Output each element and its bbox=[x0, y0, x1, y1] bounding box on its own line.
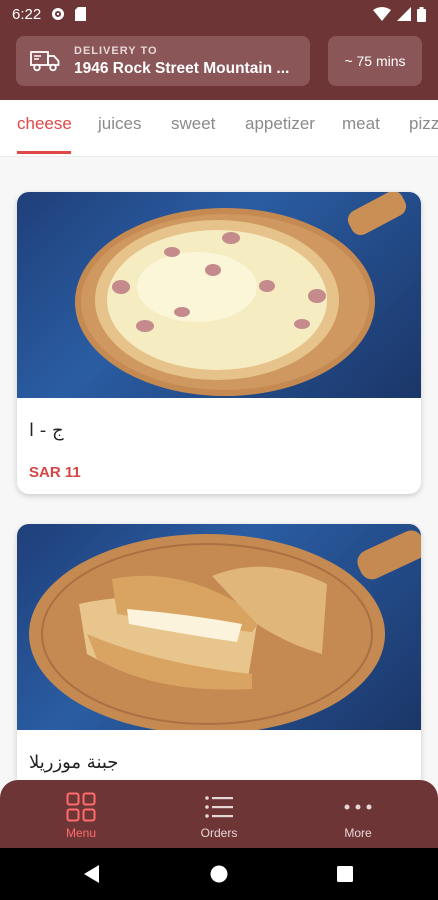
bottom-navigation: Menu Orders More bbox=[0, 780, 438, 848]
home-icon[interactable] bbox=[210, 865, 228, 883]
menu-item-card[interactable]: جبنة موزريلا bbox=[17, 524, 421, 824]
list-icon bbox=[205, 796, 233, 818]
tab-pizza[interactable]: pizz bbox=[409, 114, 438, 134]
recents-icon[interactable] bbox=[337, 866, 353, 882]
grid-icon bbox=[66, 792, 96, 822]
tab-cheese[interactable]: cheese bbox=[17, 114, 72, 134]
active-tab-indicator bbox=[17, 151, 71, 154]
nav-more[interactable]: More bbox=[308, 792, 408, 840]
item-price: SAR 11 bbox=[29, 464, 81, 481]
tab-juices[interactable]: juices bbox=[98, 114, 141, 134]
item-name: جبنة موزريلا bbox=[29, 752, 119, 773]
category-tabs: cheese juices sweet appetizer meat pizz bbox=[0, 100, 438, 157]
signal-icon bbox=[397, 7, 411, 21]
app-header: DELIVERY TO 1946 Rock Street Mountain ..… bbox=[0, 28, 438, 100]
tab-sweet[interactable]: sweet bbox=[171, 114, 215, 134]
delivery-truck-icon bbox=[30, 51, 60, 72]
system-navigation-bar bbox=[0, 848, 438, 900]
pizza-photo bbox=[17, 192, 421, 398]
menu-item-card[interactable]: ج - ا SAR 11 bbox=[17, 192, 421, 494]
eta-button[interactable]: ~ 75 mins bbox=[328, 36, 422, 86]
nav-menu[interactable]: Menu bbox=[31, 792, 131, 840]
pastry-photo bbox=[17, 524, 421, 730]
nav-more-label: More bbox=[344, 826, 372, 840]
settings-icon bbox=[52, 8, 65, 20]
nav-orders[interactable]: Orders bbox=[169, 792, 269, 840]
nav-orders-label: Orders bbox=[200, 826, 238, 840]
delivery-label: DELIVERY TO bbox=[74, 44, 158, 57]
more-dots-icon bbox=[344, 804, 372, 810]
sim-card-icon bbox=[75, 7, 87, 21]
tab-appetizer[interactable]: appetizer bbox=[245, 114, 315, 134]
wifi-icon bbox=[373, 7, 391, 21]
status-bar: 6:22 bbox=[0, 0, 438, 28]
clock: 6:22 bbox=[12, 5, 42, 23]
nav-menu-label: Menu bbox=[65, 826, 97, 840]
item-name: ج - ا bbox=[29, 420, 64, 441]
tab-meat[interactable]: meat bbox=[342, 114, 380, 134]
battery-icon bbox=[417, 6, 426, 22]
back-icon[interactable] bbox=[84, 865, 100, 883]
delivery-address-button[interactable]: DELIVERY TO 1946 Rock Street Mountain ..… bbox=[16, 36, 310, 86]
delivery-address: 1946 Rock Street Mountain ... bbox=[74, 59, 290, 77]
